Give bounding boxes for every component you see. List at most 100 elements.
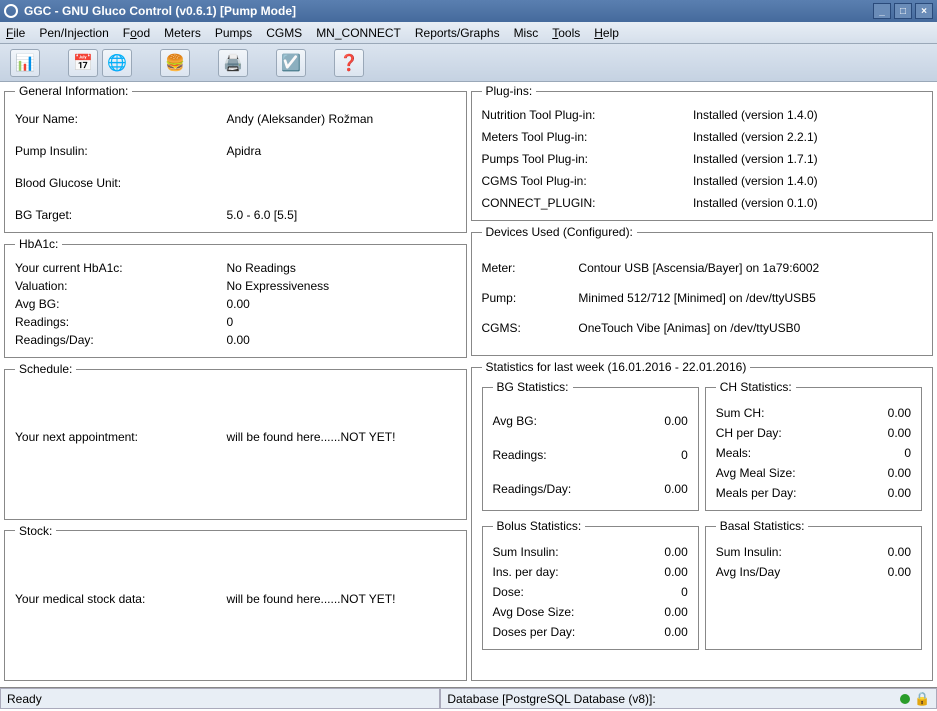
bg-stats-legend: BG Statistics:	[493, 380, 573, 394]
general-info-panel: General Information: Your Name:Andy (Ale…	[4, 84, 467, 233]
right-column: Plug-ins: Nutrition Tool Plug-in:Install…	[471, 84, 934, 685]
devices-legend: Devices Used (Configured):	[482, 225, 637, 239]
maximize-button[interactable]: □	[894, 3, 912, 19]
stock-label: Your medical stock data:	[15, 592, 226, 606]
name-label: Your Name:	[15, 112, 226, 126]
plugin-4-status: Installed (version 0.1.0)	[693, 196, 922, 210]
minimize-button[interactable]: _	[873, 3, 891, 19]
bolus-dosesday-value: 0.00	[664, 625, 687, 639]
bolus-stats-panel: Bolus Statistics: Sum Insulin: 0.00 Ins. …	[482, 519, 699, 650]
menu-meters[interactable]: Meters	[164, 26, 201, 40]
stats-panel: Statistics for last week (16.01.2016 - 2…	[471, 360, 934, 681]
schedule-panel: Schedule: Your next appointment:will be …	[4, 362, 467, 520]
stock-value: will be found here......NOT YET!	[226, 592, 455, 606]
ch-perday-label: CH per Day:	[716, 426, 782, 440]
ch-mealsday-value: 0.00	[888, 486, 911, 500]
bolus-perday-label: Ins. per day:	[493, 565, 559, 579]
menu-tools[interactable]: Tools	[552, 26, 580, 40]
toolbar-checklist-button[interactable]: ☑️	[276, 49, 306, 77]
plugin-3-status: Installed (version 1.4.0)	[693, 174, 922, 188]
bolus-dosesday-label: Doses per Day:	[493, 625, 576, 639]
menu-file[interactable]: File	[6, 26, 25, 40]
hba1c-readings-label: Readings:	[15, 315, 226, 329]
pump-label: Pump:	[482, 291, 579, 305]
toolbar-globe-button[interactable]: 🌐	[102, 49, 132, 77]
hba1c-perday-label: Readings/Day:	[15, 333, 226, 347]
ch-mealsday-label: Meals per Day:	[716, 486, 797, 500]
bgu-label: Blood Glucose Unit:	[15, 176, 226, 190]
plugin-2-name: Pumps Tool Plug-in:	[482, 152, 693, 166]
menu-help[interactable]: Help	[594, 26, 619, 40]
ch-sum-value: 0.00	[888, 406, 911, 420]
toolbar-help-button[interactable]: ❓	[334, 49, 364, 77]
status-right: Database [PostgreSQL Database (v8)]: 🔒	[440, 688, 937, 709]
basal-stats-panel: Basal Statistics: Sum Insulin:0.00 Avg I…	[705, 519, 922, 650]
ch-mealsize-label: Avg Meal Size:	[716, 466, 796, 480]
bolus-perday-value: 0.00	[664, 565, 687, 579]
ch-stats-panel: CH Statistics: Sum CH: 0.00 CH per Day: 0.…	[705, 380, 922, 511]
toolbar-print-button[interactable]: 🖨️	[218, 49, 248, 77]
menubar: File Pen/Injection Food Meters Pumps CGM…	[0, 22, 937, 44]
menu-mnconnect[interactable]: MN_CONNECT	[316, 26, 401, 40]
ch-mealsize-value: 0.00	[888, 466, 911, 480]
plugins-legend: Plug-ins:	[482, 84, 537, 98]
content-area: General Information: Your Name:Andy (Ale…	[0, 82, 937, 687]
bolus-sum-value: 0.00	[664, 545, 687, 559]
bg-perday-value: 0.00	[664, 482, 687, 496]
plugin-0-status: Installed (version 1.4.0)	[693, 108, 922, 122]
menu-cgms[interactable]: CGMS	[266, 26, 302, 40]
hba1c-curr-label: Your current HbA1c:	[15, 261, 226, 275]
close-button[interactable]: ×	[915, 3, 933, 19]
ch-meals-value: 0	[904, 446, 911, 460]
bg-avg-label: Avg BG:	[493, 414, 537, 428]
plugin-0-name: Nutrition Tool Plug-in:	[482, 108, 693, 122]
ch-stats-legend: CH Statistics:	[716, 380, 796, 394]
bg-readings-value: 0	[681, 448, 688, 462]
bgu-value	[226, 176, 455, 190]
menu-misc[interactable]: Misc	[514, 26, 539, 40]
appt-label: Your next appointment:	[15, 430, 226, 444]
basal-legend: Basal Statistics:	[716, 519, 809, 533]
toolbar-food-button[interactable]: 🍔	[160, 49, 190, 77]
bolus-dose-value: 0	[681, 585, 688, 599]
menu-food[interactable]: Food	[123, 26, 150, 40]
db-status-icon	[900, 694, 910, 704]
bg-readings-label: Readings:	[493, 448, 547, 462]
stock-panel: Stock: Your medical stock data:will be f…	[4, 524, 467, 682]
statusbar: Ready Database [PostgreSQL Database (v8)…	[0, 687, 937, 709]
ch-sum-label: Sum CH:	[716, 406, 765, 420]
toolbar: 📊 📅 🌐 🍔 🖨️ ☑️ ❓	[0, 44, 937, 82]
bg-perday-label: Readings/Day:	[493, 482, 572, 496]
general-legend: General Information:	[15, 84, 132, 98]
hba1c-curr-value: No Readings	[226, 261, 455, 275]
menu-pen[interactable]: Pen/Injection	[39, 26, 108, 40]
status-left-text: Ready	[7, 692, 42, 706]
cgms-label: CGMS:	[482, 321, 579, 335]
toolbar-calendar-button[interactable]: 📅	[68, 49, 98, 77]
titlebar: GGC - GNU Gluco Control (v0.6.1) [Pump M…	[0, 0, 937, 22]
hba1c-perday-value: 0.00	[226, 333, 455, 347]
hba1c-legend: HbA1c:	[15, 237, 62, 251]
bolus-dose-label: Dose:	[493, 585, 524, 599]
app-icon	[4, 4, 18, 18]
bolus-legend: Bolus Statistics:	[493, 519, 586, 533]
hba1c-readings-value: 0	[226, 315, 455, 329]
hba1c-avg-value: 0.00	[226, 297, 455, 311]
schedule-legend: Schedule:	[15, 362, 76, 376]
plugin-4-name: CONNECT_PLUGIN:	[482, 196, 693, 210]
lock-icon: 🔒	[914, 691, 930, 707]
menu-reports[interactable]: Reports/Graphs	[415, 26, 500, 40]
insulin-value: Apidra	[226, 144, 455, 158]
toolbar-graph-button[interactable]: 📊	[10, 49, 40, 77]
cgms-value: OneTouch Vibe [Animas] on /dev/ttyUSB0	[578, 321, 922, 335]
target-label: BG Target:	[15, 208, 226, 222]
bolus-sum-label: Sum Insulin:	[493, 545, 559, 559]
basal-avg-value: 0.00	[888, 565, 911, 579]
meter-label: Meter:	[482, 261, 579, 275]
bolus-dosesize-value: 0.00	[664, 605, 687, 619]
hba1c-panel: HbA1c: Your current HbA1c:No Readings Va…	[4, 237, 467, 358]
menu-pumps[interactable]: Pumps	[215, 26, 252, 40]
basal-avg-label: Avg Ins/Day	[716, 565, 780, 579]
window-title: GGC - GNU Gluco Control (v0.6.1) [Pump M…	[24, 4, 296, 18]
pump-value: Minimed 512/712 [Minimed] on /dev/ttyUSB…	[578, 291, 922, 305]
